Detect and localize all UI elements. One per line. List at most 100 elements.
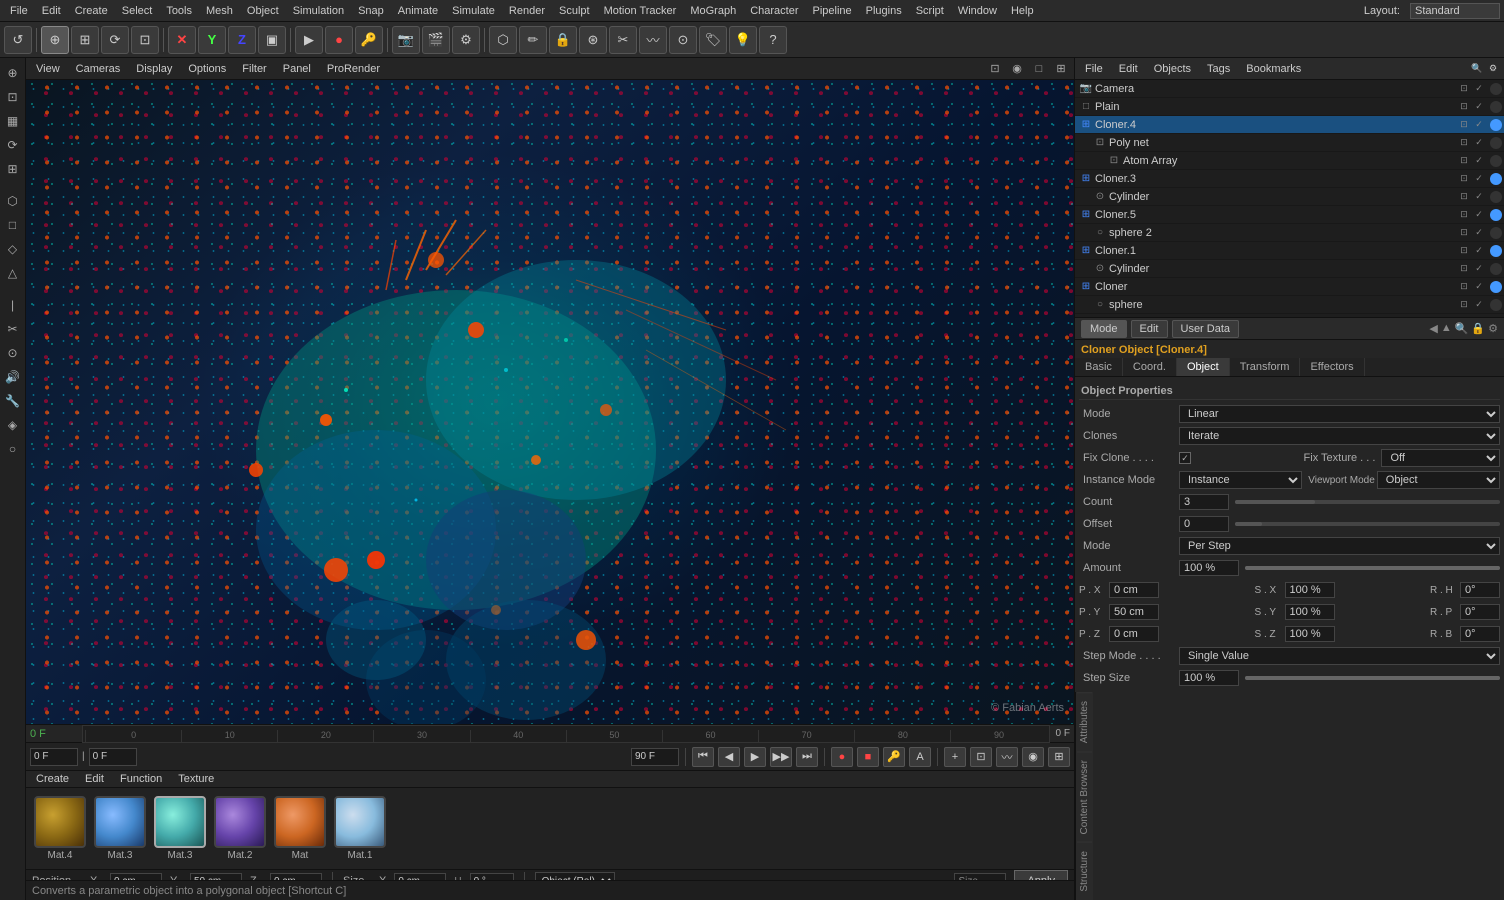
- menu-simulation[interactable]: Simulation: [287, 3, 350, 19]
- strip-tab-structure[interactable]: Structure: [1077, 842, 1092, 900]
- obj-item-cylinder1[interactable]: ⊙ Cylinder ⊡ ✓: [1075, 188, 1504, 206]
- rp-input[interactable]: [1460, 604, 1500, 620]
- circle-button[interactable]: ⊙: [669, 26, 697, 54]
- menu-mesh[interactable]: Mesh: [200, 3, 239, 19]
- play-button[interactable]: ▶: [295, 26, 323, 54]
- tab-effectors[interactable]: Effectors: [1300, 358, 1364, 376]
- stepsize-slider[interactable]: [1245, 676, 1500, 680]
- undo-button[interactable]: ↺: [4, 26, 32, 54]
- settings-icon[interactable]: ⚙: [1486, 62, 1500, 76]
- goto-end-button[interactable]: ⏭: [796, 747, 818, 767]
- sz-input[interactable]: [1285, 626, 1335, 642]
- left-tool-13[interactable]: 🔊: [2, 366, 24, 388]
- keyframe-button[interactable]: 🔑: [355, 26, 383, 54]
- y-axis-button[interactable]: Y: [198, 26, 226, 54]
- obj-item-cloner5[interactable]: ⊞ Cloner.5 ⊡ ✓: [1075, 206, 1504, 224]
- move-tool-button[interactable]: ⊕: [41, 26, 69, 54]
- menu-pipeline[interactable]: Pipeline: [806, 3, 857, 19]
- layers-button[interactable]: ⊞: [1048, 747, 1070, 767]
- polygon-button[interactable]: ⬡: [489, 26, 517, 54]
- left-tool-4[interactable]: ⟳: [2, 134, 24, 156]
- menu-sculpt[interactable]: Sculpt: [553, 3, 596, 19]
- play-forward-button[interactable]: ▶: [744, 747, 766, 767]
- vp-tab-view[interactable]: View: [30, 61, 66, 77]
- material-item-mat[interactable]: Mat: [274, 796, 326, 861]
- timeline-button[interactable]: ⊡: [970, 747, 992, 767]
- strip-tab-attributes[interactable]: Attributes: [1077, 692, 1092, 751]
- material-item-mat3b[interactable]: Mat.3: [154, 796, 206, 861]
- viewport-3d[interactable]: © Fabian Aerts: [26, 80, 1074, 724]
- menu-animate[interactable]: Animate: [392, 3, 444, 19]
- obj-flag-vis-polynet[interactable]: ⊡: [1457, 136, 1471, 150]
- z-axis-button[interactable]: Z: [228, 26, 256, 54]
- obj-flag-lock-cloner1[interactable]: ✓: [1472, 244, 1486, 258]
- mode-button[interactable]: Mode: [1081, 320, 1127, 338]
- fixtexture-select[interactable]: OffOn: [1381, 449, 1500, 467]
- menu-file[interactable]: File: [4, 3, 34, 19]
- vp-tab-options[interactable]: Options: [182, 61, 232, 77]
- menu-tools[interactable]: Tools: [160, 3, 198, 19]
- tab-basic[interactable]: Basic: [1075, 358, 1123, 376]
- magnet-button[interactable]: ⊛: [579, 26, 607, 54]
- obj-tags[interactable]: Tags: [1201, 61, 1236, 77]
- left-tool-15[interactable]: ◈: [2, 414, 24, 436]
- attr-back-icon[interactable]: ◀: [1429, 322, 1437, 335]
- layout-select[interactable]: [1410, 3, 1500, 19]
- obj-flag-vis-cloner3[interactable]: ⊡: [1457, 172, 1471, 186]
- obj-flag-lock-camera[interactable]: ✓: [1472, 82, 1486, 96]
- scale-tool-button[interactable]: ⊞: [71, 26, 99, 54]
- obj-flag-lock-polynet[interactable]: ✓: [1472, 136, 1486, 150]
- end-frame-input[interactable]: [631, 748, 679, 766]
- vp-icon-1[interactable]: ⊡: [986, 60, 1004, 78]
- menu-simulate[interactable]: Simulate: [446, 3, 501, 19]
- obj-item-cloner4[interactable]: ⊞ Cloner.4 ⊡ ✓: [1075, 116, 1504, 134]
- spline-button[interactable]: 〰: [639, 26, 667, 54]
- obj-item-cloner1[interactable]: ⊞ Cloner.1 ⊡ ✓: [1075, 242, 1504, 260]
- strip-tab-content[interactable]: Content Browser: [1077, 751, 1092, 842]
- obj-flag-lock-plain[interactable]: ✓: [1472, 100, 1486, 114]
- obj-flag-vis-camera[interactable]: ⊡: [1457, 82, 1471, 96]
- world-button[interactable]: ▣: [258, 26, 286, 54]
- px-input[interactable]: [1109, 582, 1159, 598]
- obj-objects[interactable]: Objects: [1148, 61, 1197, 77]
- light-button[interactable]: 💡: [729, 26, 757, 54]
- menu-character[interactable]: Character: [744, 3, 804, 19]
- paint-button[interactable]: ✏: [519, 26, 547, 54]
- left-tool-11[interactable]: ✂: [2, 318, 24, 340]
- timeline-ruler[interactable]: 0 10 20 30 40 50 60 70 80 90: [82, 725, 1050, 743]
- obj-item-polynet[interactable]: ⊡ Poly net ⊡ ✓: [1075, 134, 1504, 152]
- auto-key-button[interactable]: A: [909, 747, 931, 767]
- obj-flag-vis-plain[interactable]: ⊡: [1457, 100, 1471, 114]
- attr-search-icon[interactable]: 🔍: [1455, 322, 1469, 335]
- menu-create[interactable]: Create: [69, 3, 114, 19]
- attr-fwd-icon[interactable]: ▲: [1441, 322, 1452, 335]
- transform-tool-button[interactable]: ⊡: [131, 26, 159, 54]
- knife-button[interactable]: ✂: [609, 26, 637, 54]
- menu-script[interactable]: Script: [910, 3, 950, 19]
- vp-icon-4[interactable]: ⊞: [1052, 60, 1070, 78]
- mat-tab-function[interactable]: Function: [114, 771, 168, 787]
- rb-input[interactable]: [1460, 626, 1500, 642]
- obj-flag-lock-cylinder2[interactable]: ✓: [1472, 262, 1486, 276]
- obj-flag-lock-cloner[interactable]: ✓: [1472, 280, 1486, 294]
- material-item-mat2[interactable]: Mat.2: [214, 796, 266, 861]
- obj-flag-lock-cloner5[interactable]: ✓: [1472, 208, 1486, 222]
- left-tool-8[interactable]: ◇: [2, 238, 24, 260]
- count-input[interactable]: [1179, 494, 1229, 510]
- menu-plugins[interactable]: Plugins: [860, 3, 908, 19]
- pz-input[interactable]: [1109, 626, 1159, 642]
- menu-mograph[interactable]: MoGraph: [684, 3, 742, 19]
- menu-motiontracker[interactable]: Motion Tracker: [598, 3, 683, 19]
- amount-input[interactable]: [1179, 560, 1239, 576]
- obj-item-cloner3[interactable]: ⊞ Cloner.3 ⊡ ✓: [1075, 170, 1504, 188]
- add-key-button[interactable]: +: [944, 747, 966, 767]
- obj-edit[interactable]: Edit: [1113, 61, 1144, 77]
- viewportmode-select[interactable]: ObjectPoint: [1377, 471, 1500, 489]
- material-item-mat3[interactable]: Mat.3: [94, 796, 146, 861]
- stop-record-button[interactable]: ■: [857, 747, 879, 767]
- offset-input[interactable]: [1179, 516, 1229, 532]
- left-tool-12[interactable]: ⊙: [2, 342, 24, 364]
- tag-button[interactable]: 🏷: [699, 26, 727, 54]
- prev-frame-button[interactable]: ◀: [718, 747, 740, 767]
- frame-rate-input[interactable]: [89, 748, 137, 766]
